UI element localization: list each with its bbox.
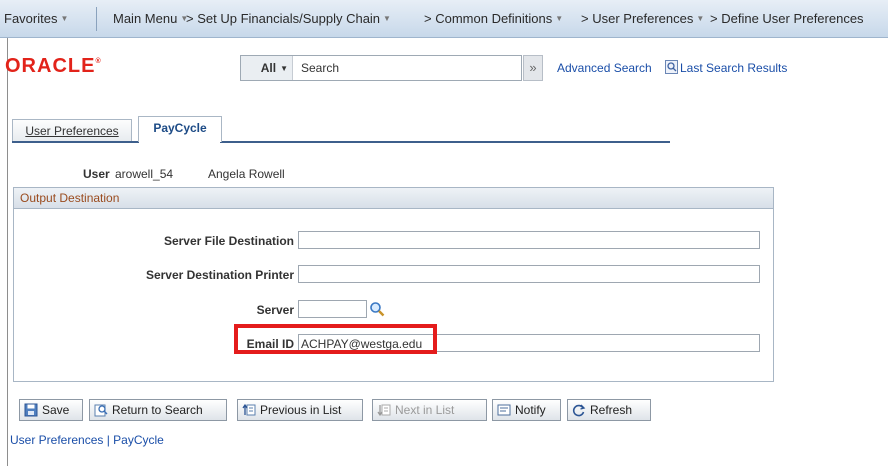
refresh-icon xyxy=(572,403,586,417)
server-destination-printer-field[interactable] xyxy=(298,265,760,283)
server-file-destination-field[interactable] xyxy=(298,231,760,249)
nav-path-4[interactable]: > Define User Preferences xyxy=(710,11,864,26)
previous-in-list-button[interactable]: Previous in List xyxy=(237,399,363,421)
server-label: Server xyxy=(256,303,294,317)
user-id: arowell_54 xyxy=(115,167,174,181)
oracle-logo: ORACLE® xyxy=(5,55,102,77)
tab-underline xyxy=(12,141,670,143)
last-search-results-link[interactable]: Last Search Results xyxy=(680,61,787,75)
favorites-menu[interactable]: Favorites ▼ xyxy=(4,11,68,26)
server-file-destination-label: Server File Destination xyxy=(163,234,294,248)
return-to-search-icon xyxy=(94,403,108,417)
chevron-down-icon: ▼ xyxy=(60,14,69,23)
save-button[interactable]: Save xyxy=(19,399,83,421)
nav-path-2[interactable]: > Common Definitions ▼ xyxy=(424,11,563,26)
refresh-button[interactable]: Refresh xyxy=(567,399,651,421)
save-icon xyxy=(24,403,38,417)
page-breadcrumbs[interactable]: User Preferences | PayCycle xyxy=(10,433,164,447)
tab-paycycle[interactable]: PayCycle xyxy=(138,116,222,142)
nav-divider xyxy=(96,7,97,31)
search-box: All ▼ Search xyxy=(240,55,522,81)
next-in-list-button[interactable]: Next in List xyxy=(372,399,487,421)
notify-icon xyxy=(497,403,511,417)
lookup-magnifier-icon[interactable] xyxy=(369,301,385,317)
user-name: Angela Rowell xyxy=(208,167,285,181)
search-category-select[interactable]: All ▼ xyxy=(241,56,293,80)
group-title: Output Destination xyxy=(20,191,120,205)
main-menu[interactable]: Main Menu ▼ xyxy=(113,11,188,26)
chevron-down-icon: ▼ xyxy=(696,14,705,23)
server-field[interactable] xyxy=(298,300,367,318)
chevron-down-icon: ▼ xyxy=(383,14,391,23)
next-in-list-icon xyxy=(377,403,391,417)
previous-in-list-icon xyxy=(242,403,256,417)
group-header: Output Destination xyxy=(14,188,773,209)
last-search-results-icon xyxy=(665,60,678,74)
nav-path-3[interactable]: > User Preferences ▼ xyxy=(581,11,704,26)
email-highlight-box xyxy=(234,324,437,354)
search-go-button[interactable]: » xyxy=(523,55,543,81)
chevron-down-icon: ▼ xyxy=(555,14,564,23)
advanced-search-link[interactable]: Advanced Search xyxy=(557,61,652,75)
return-to-search-button[interactable]: Return to Search xyxy=(89,399,227,421)
chevron-down-icon: ▼ xyxy=(280,64,288,73)
notify-button[interactable]: Notify xyxy=(492,399,561,421)
tab-user-preferences[interactable]: User Preferences xyxy=(12,119,132,142)
nav-path-1[interactable]: > Set Up Financials/Supply Chain ▼ xyxy=(186,11,391,26)
top-nav-bar: Favorites ▼ Main Menu ▼ > Set Up Financial… xyxy=(0,0,888,38)
server-destination-printer-label: Server Destination Printer xyxy=(145,268,294,282)
user-label: User xyxy=(83,167,110,181)
search-input[interactable]: Search xyxy=(301,61,339,75)
